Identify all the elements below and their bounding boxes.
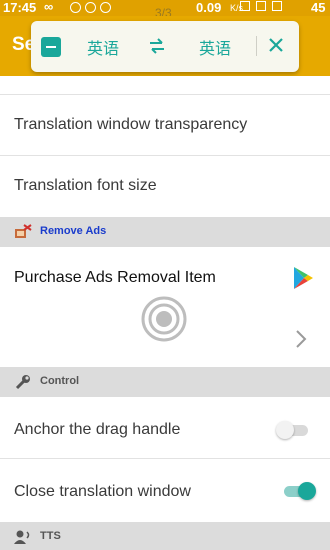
- section-header-remove-ads: Remove Ads: [0, 217, 330, 247]
- speaker-person-icon: [14, 530, 30, 544]
- source-language-button[interactable]: 英语: [87, 35, 119, 59]
- swap-languages-icon[interactable]: [147, 36, 167, 56]
- network-speed: 0.09: [196, 0, 222, 15]
- toggle-thumb: [276, 421, 294, 439]
- section-header-tts: TTS: [0, 522, 330, 550]
- list-item-partial: [0, 76, 330, 95]
- clock-icon: [100, 2, 111, 13]
- status-bar: 17:45 ∞ 3/3 0.09 K/s 45: [0, 0, 330, 20]
- section-title: Remove Ads: [40, 225, 107, 237]
- touch-target-icon[interactable]: [141, 296, 187, 342]
- close-icon[interactable]: [265, 34, 287, 56]
- section-title: TTS: [40, 530, 61, 542]
- remove-ads-icon: [15, 224, 32, 238]
- setting-label: Translation window transparency: [14, 116, 248, 133]
- wifi-icon: [256, 1, 266, 11]
- infinity-icon: ∞: [44, 0, 54, 14]
- translate-popup: 英语 英语: [31, 21, 299, 72]
- divider: [256, 36, 257, 56]
- anchor-drag-toggle[interactable]: [276, 420, 312, 440]
- setting-label: Anchor the drag handle: [14, 421, 181, 438]
- status-time: 17:45: [3, 0, 37, 15]
- wrench-icon: [15, 375, 30, 390]
- chevron-right-icon[interactable]: [294, 328, 308, 350]
- check-icon: [85, 2, 96, 13]
- system-icons: [240, 1, 282, 11]
- minimize-button[interactable]: [41, 37, 61, 57]
- setting-label: Close translation window: [14, 483, 191, 500]
- setting-window-transparency[interactable]: Translation window transparency: [0, 95, 330, 156]
- target-language-button[interactable]: 英语: [199, 35, 231, 59]
- toggle-thumb: [298, 482, 316, 500]
- qq-icon: [70, 2, 81, 13]
- notification-icons: [70, 2, 111, 13]
- close-window-toggle[interactable]: [280, 481, 316, 501]
- setting-label: Translation font size: [14, 177, 157, 194]
- play-store-icon[interactable]: [292, 266, 314, 290]
- mute-icon: [240, 1, 250, 11]
- setting-label: Purchase Ads Removal Item: [14, 269, 216, 286]
- setting-font-size[interactable]: Translation font size: [0, 156, 330, 217]
- battery-level: 45: [311, 0, 326, 15]
- section-header-control: Control: [0, 367, 330, 397]
- section-title: Control: [40, 375, 80, 387]
- signal-icon: [272, 1, 282, 11]
